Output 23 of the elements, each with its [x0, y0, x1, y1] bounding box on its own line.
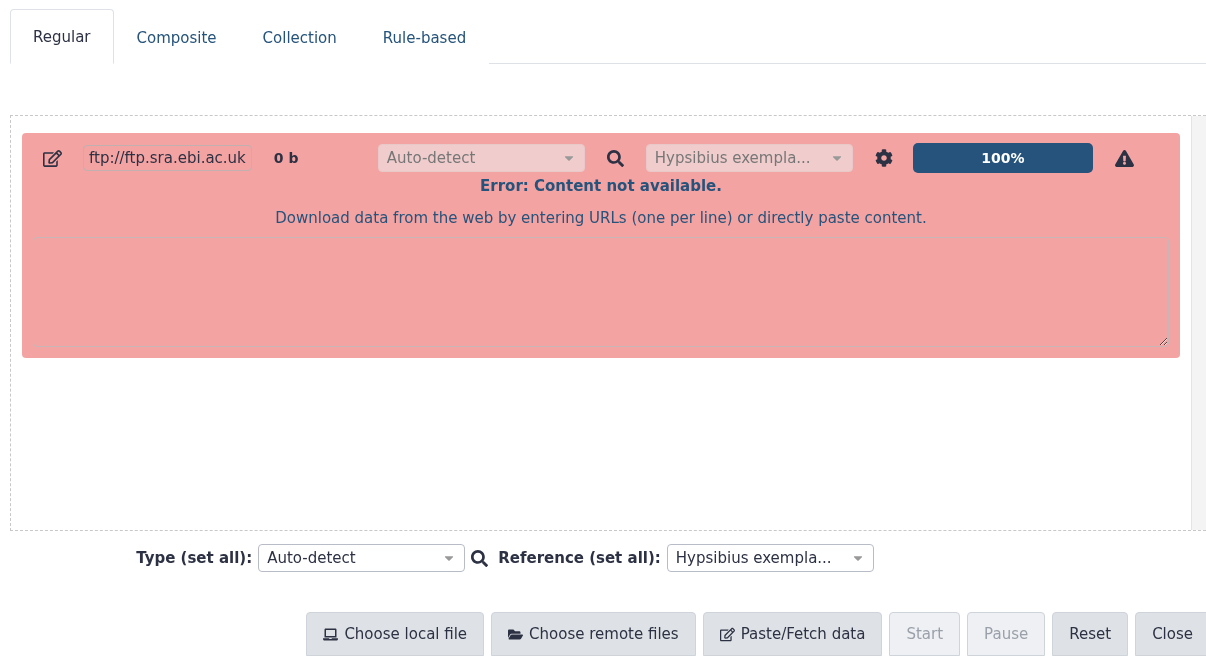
warning-icon — [1114, 148, 1134, 168]
progress-text: 100% — [980, 149, 1026, 168]
action-button[interactable]: Choose local file — [306, 612, 485, 656]
action-button[interactable]: Paste/Fetch data — [702, 612, 883, 656]
type-label: Type (set all): — [136, 549, 253, 567]
tab[interactable]: Regular — [10, 9, 114, 64]
action-button[interactable]: Choose remote files — [491, 612, 696, 656]
search-icon[interactable] — [471, 549, 489, 567]
error-message: Error: Content not available. — [480, 177, 722, 195]
edit-icon — [719, 626, 735, 642]
action-button[interactable]: Close — [1135, 612, 1206, 656]
scrollbar[interactable] — [1191, 116, 1206, 530]
settings-icon[interactable] — [874, 149, 893, 167]
reference-select[interactable]: Hypsibius exempla... — [666, 544, 874, 572]
action-button[interactable]: Reset — [1052, 612, 1129, 656]
laptop-icon — [323, 626, 339, 642]
reference-label: Reference (set all): — [498, 549, 661, 567]
edit-icon[interactable] — [43, 148, 62, 168]
file-size: 0 b — [273, 150, 300, 166]
search-icon[interactable] — [606, 149, 624, 167]
hint-text: Download data from the web by entering URLs (one per line) or directly paste content. — [275, 209, 927, 227]
type-select[interactable]: Auto-detect — [258, 544, 466, 572]
url-field[interactable]: ftp://ftp.sra.ebi.ac.uk — [83, 145, 252, 171]
